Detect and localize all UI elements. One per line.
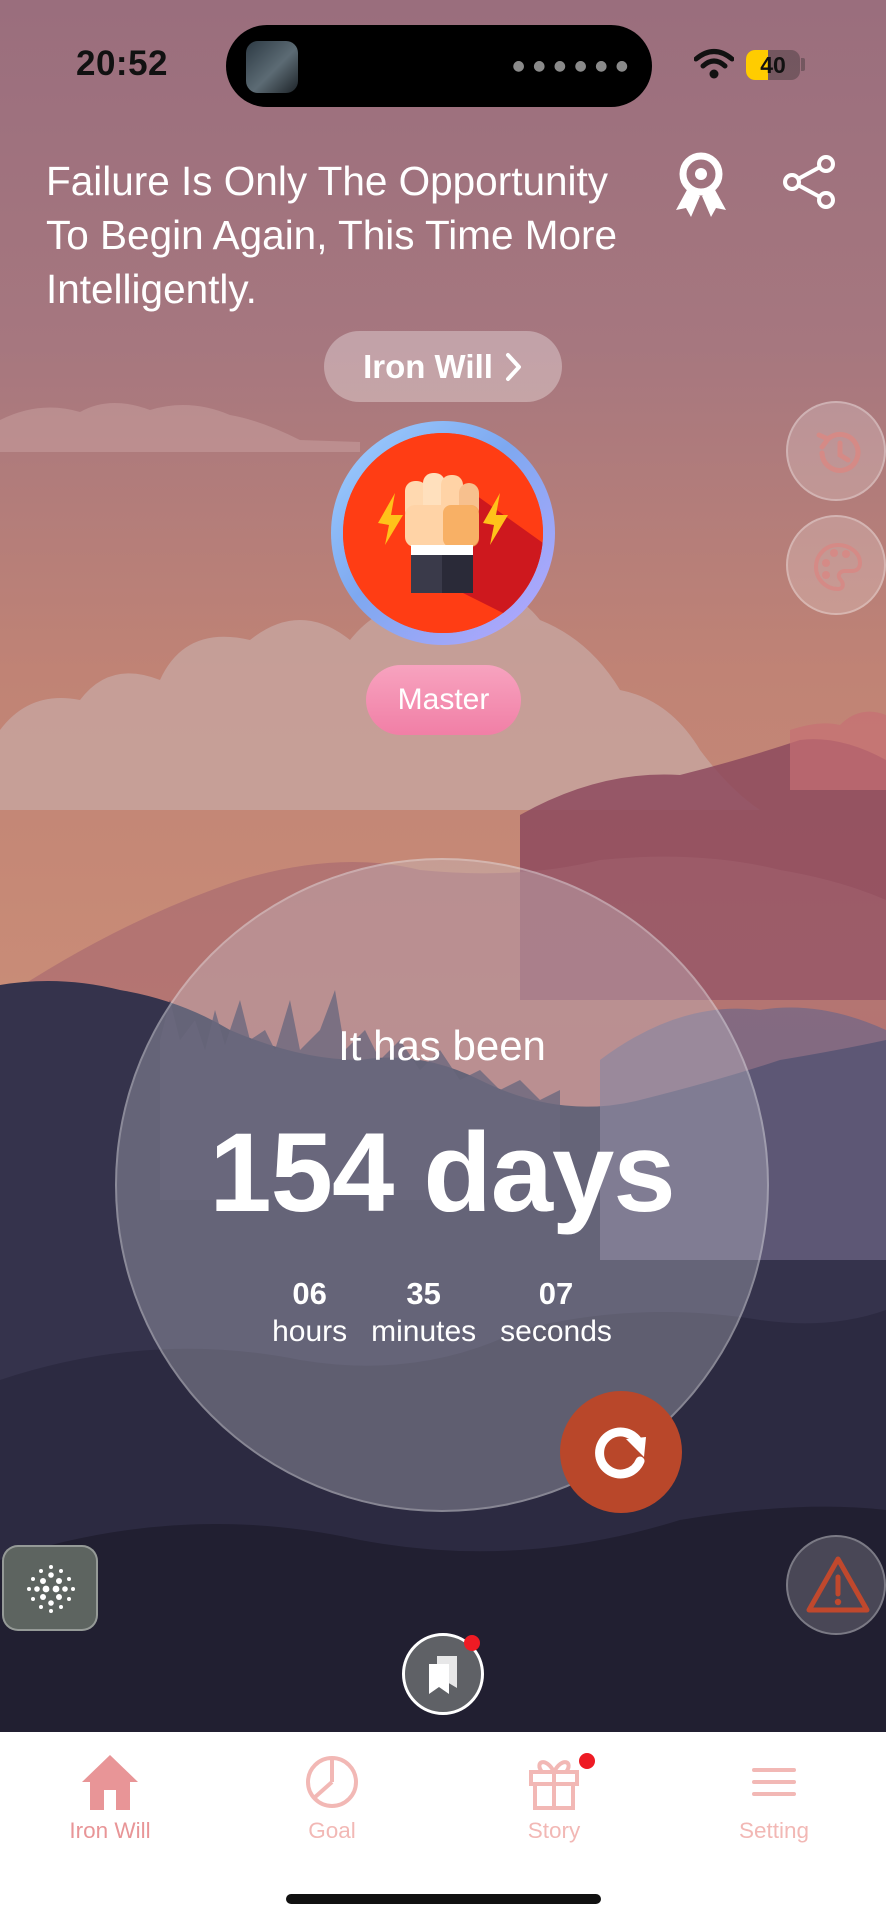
ambient-sound-button[interactable] bbox=[2, 1545, 98, 1631]
home-icon bbox=[82, 1755, 138, 1810]
time-units: 06 hours 35 minutes 07 seconds bbox=[117, 1276, 767, 1352]
bookmarks-icon bbox=[429, 1656, 457, 1694]
bookmarks-notification-dot bbox=[464, 1635, 480, 1651]
tab-story[interactable]: Story bbox=[474, 1752, 634, 1844]
rank-avatar bbox=[331, 421, 555, 645]
chevron-right-icon bbox=[505, 352, 521, 381]
hours-label: hours bbox=[272, 1315, 348, 1348]
days-count: 154 days bbox=[209, 1110, 675, 1235]
palette-icon bbox=[814, 542, 863, 592]
minutes-label: minutes bbox=[371, 1315, 477, 1348]
history-icon bbox=[816, 431, 861, 473]
abstinence-counter: It has been 154 days 06 hours 35 minutes… bbox=[115, 858, 769, 1512]
menu-icon bbox=[752, 1768, 796, 1796]
hours-unit: 06 hours bbox=[272, 1276, 347, 1352]
dynamic-island: ● ● ● ● ● ● bbox=[226, 25, 652, 107]
tab-setting[interactable]: Setting bbox=[694, 1752, 854, 1844]
app-screen: 20:52 ● ● ● ● ● ● 40 Failure Is Only The… bbox=[0, 0, 886, 1920]
bottom-tab-bar: Iron Will Goal Story Setting bbox=[0, 1732, 886, 1920]
home-indicator bbox=[286, 1894, 601, 1904]
counter-heading: It has been bbox=[338, 1022, 546, 1069]
story-notification-dot bbox=[579, 1753, 595, 1769]
seconds-value: 07 bbox=[538, 1276, 574, 1311]
reset-counter-button[interactable] bbox=[560, 1391, 682, 1513]
battery-level: 40 bbox=[760, 52, 786, 78]
waveform-dots-icon: ● ● ● ● ● ● bbox=[512, 58, 630, 74]
sound-dots-icon bbox=[27, 1565, 75, 1613]
gift-icon bbox=[529, 1760, 579, 1810]
tab-label: Goal bbox=[308, 1818, 356, 1843]
tab-label: Setting bbox=[738, 1818, 810, 1843]
tab-iron-will[interactable]: Iron Will bbox=[30, 1752, 190, 1844]
seconds-unit: 07 seconds bbox=[500, 1276, 612, 1352]
history-button[interactable] bbox=[786, 401, 886, 501]
warning-icon bbox=[806, 1556, 870, 1613]
tab-label: Iron Will bbox=[69, 1818, 151, 1843]
tab-label: Story bbox=[527, 1818, 581, 1843]
minutes-unit: 35 minutes bbox=[371, 1276, 476, 1352]
rank-badge[interactable]: Master bbox=[366, 665, 521, 735]
share-icon[interactable] bbox=[782, 154, 838, 210]
raised-fist-icon bbox=[343, 433, 543, 633]
hours-value: 06 bbox=[292, 1276, 327, 1311]
wifi-icon bbox=[694, 49, 734, 79]
goal-name: Iron Will bbox=[363, 347, 493, 385]
reset-icon bbox=[595, 1427, 646, 1479]
battery-indicator: 40 bbox=[746, 50, 800, 80]
minutes-value: 35 bbox=[406, 1276, 441, 1311]
theme-palette-button[interactable] bbox=[786, 515, 886, 615]
tab-goal[interactable]: Goal bbox=[252, 1752, 412, 1844]
battery-nub bbox=[801, 58, 805, 71]
now-playing-thumbnail bbox=[246, 41, 298, 93]
status-time: 20:52 bbox=[76, 44, 169, 83]
goal-selector-button[interactable]: Iron Will bbox=[324, 331, 562, 402]
emergency-alert-button[interactable] bbox=[786, 1535, 886, 1635]
badge-icon[interactable] bbox=[670, 152, 732, 218]
pie-chart-icon bbox=[306, 1756, 358, 1808]
seconds-label: seconds bbox=[500, 1315, 612, 1348]
motivational-quote: Failure Is Only The Opportunity To Begin… bbox=[46, 158, 618, 312]
